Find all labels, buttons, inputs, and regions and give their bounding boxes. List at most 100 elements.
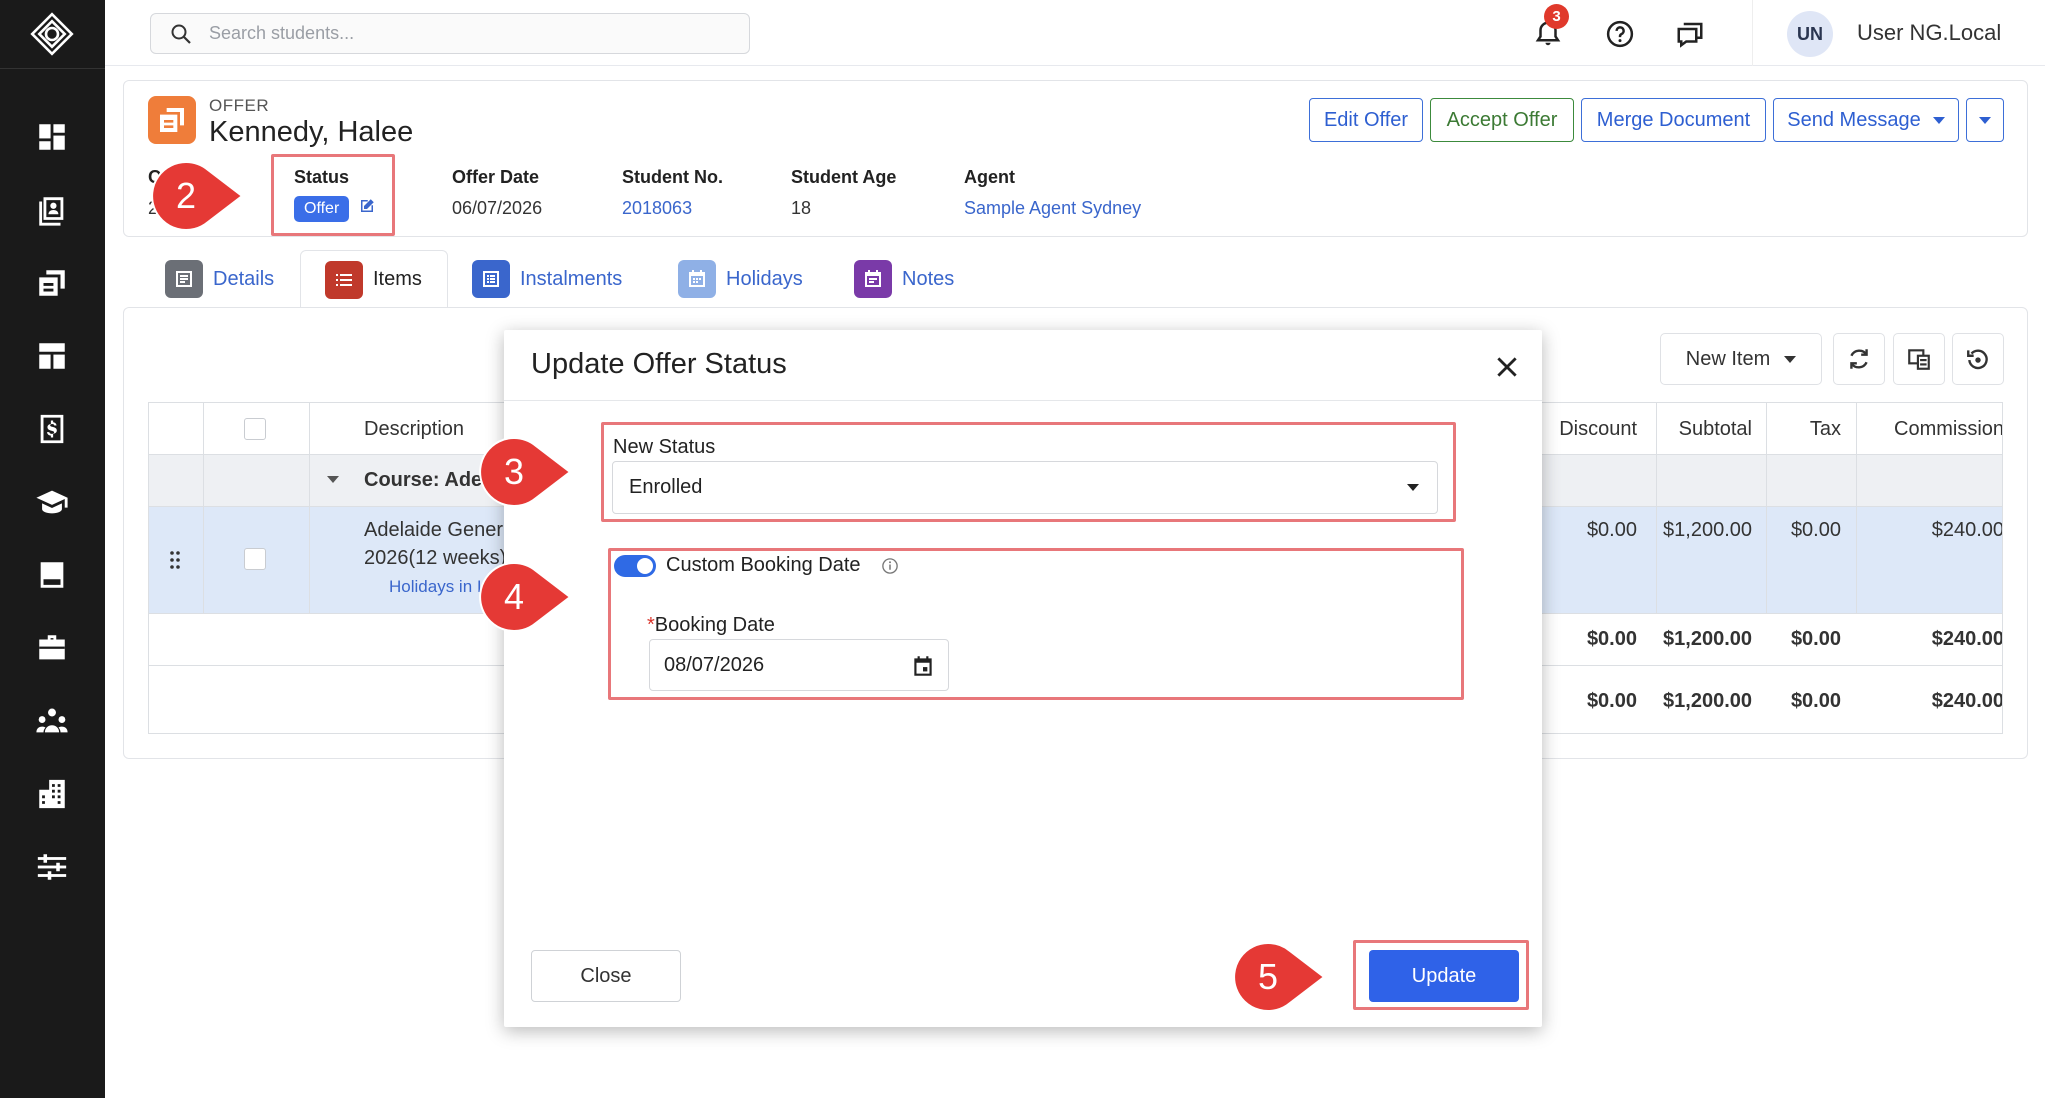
group-commission-total: $240.00 <box>1931 628 2003 650</box>
close-dialog-button[interactable] <box>1490 350 1524 384</box>
record-type-label: OFFER <box>209 96 270 115</box>
column-header-tax[interactable]: Tax <box>1769 418 1841 441</box>
collapse-group-icon[interactable] <box>325 473 341 485</box>
help-icon[interactable] <box>1602 16 1638 52</box>
courses-icon[interactable] <box>32 482 72 522</box>
chat-icon[interactable] <box>1672 16 1708 52</box>
drag-handle-icon[interactable] <box>167 548 183 572</box>
reset-layout-button[interactable] <box>1952 333 2004 385</box>
step-5-callout: 5 <box>1232 941 1326 1013</box>
step-3-callout: 3 <box>478 436 572 508</box>
briefcase-icon[interactable] <box>32 628 72 668</box>
group-subtotal-total: $1,200.00 <box>1663 628 1752 650</box>
notification-count-badge: 3 <box>1544 4 1569 29</box>
booking-date-value: 08/07/2026 <box>664 653 765 676</box>
top-bar <box>105 0 2045 66</box>
column-chooser-icon <box>1908 349 1930 370</box>
agent-link[interactable]: Sample Agent Sydney <box>964 198 1141 219</box>
merge-document-button[interactable]: Merge Document <box>1581 98 1766 142</box>
tab-items[interactable]: Items <box>300 250 448 308</box>
list-icon <box>325 260 363 299</box>
booking-date-label-text: Booking Date <box>654 614 775 636</box>
custom-booking-date-label: Custom Booking Date <box>666 554 861 576</box>
reset-icon <box>1967 349 1988 370</box>
booking-date-label: *Booking Date <box>647 614 775 637</box>
new-item-label: New Item <box>1685 347 1771 370</box>
calendar-icon <box>678 260 716 298</box>
chevron-down-icon <box>1979 116 1991 124</box>
group-tax-total: $0.00 <box>1790 628 1841 650</box>
row-checkbox[interactable] <box>244 548 266 570</box>
tab-holidays[interactable]: Holidays <box>678 250 803 308</box>
required-asterisk: * <box>647 614 655 636</box>
holidays-link[interactable]: Holidays in I <box>389 577 482 597</box>
chevron-down-icon <box>1784 355 1797 363</box>
step-3-number: 3 <box>503 451 525 492</box>
search-icon <box>171 24 191 44</box>
tab-holidays-label: Holidays <box>726 267 803 290</box>
offers-icon[interactable] <box>32 263 72 303</box>
tab-details[interactable]: Details <box>165 250 274 308</box>
item-commission: $240.00 <box>1931 519 2003 541</box>
settings-sliders-icon[interactable] <box>32 847 72 887</box>
status-badge[interactable]: Offer <box>294 196 350 222</box>
student-age-value: 18 <box>791 198 812 218</box>
refresh-button[interactable] <box>1833 333 1885 385</box>
tab-details-label: Details <box>213 267 275 290</box>
finance-icon[interactable] <box>32 409 72 449</box>
grand-commission-total: $240.00 <box>1931 690 2003 712</box>
user-avatar[interactable]: UN <box>1787 11 1833 57</box>
new-item-button[interactable]: New Item <box>1660 333 1822 385</box>
accept-offer-button[interactable]: Accept Offer <box>1430 98 1574 142</box>
layout-icon[interactable] <box>32 336 72 376</box>
select-all-checkbox[interactable] <box>244 418 266 440</box>
chevron-down-icon <box>1932 116 1945 124</box>
column-header-description[interactable]: Description <box>364 418 464 441</box>
app-logo-icon[interactable] <box>26 8 78 60</box>
details-icon <box>165 260 203 298</box>
column-chooser-button[interactable] <box>1893 333 1945 385</box>
edit-offer-button[interactable]: Edit Offer <box>1309 98 1423 142</box>
info-icon[interactable] <box>881 557 899 575</box>
tab-notes[interactable]: Notes <box>854 250 954 308</box>
custom-booking-date-toggle[interactable] <box>614 555 656 577</box>
dashboard-icon[interactable] <box>32 117 72 157</box>
offer-date-label: Offer Date <box>452 167 540 187</box>
agents-network-icon[interactable] <box>32 701 72 741</box>
step-4-callout: 4 <box>478 561 572 633</box>
edit-status-icon[interactable] <box>358 197 376 215</box>
book-icon[interactable] <box>32 555 72 595</box>
tab-instalments[interactable]: Instalments <box>472 250 622 308</box>
close-button[interactable]: Close <box>531 950 681 1002</box>
calendar-picker-icon[interactable] <box>910 653 936 679</box>
item-description-line1: Adelaide Gener <box>364 519 503 541</box>
student-no-link[interactable]: 2018063 <box>622 198 692 219</box>
group-label: Course: Adel <box>364 469 488 491</box>
student-no-label: Student No. <box>622 167 723 187</box>
dialog-title: Update Offer Status <box>531 348 787 380</box>
topbar-divider <box>1752 0 1753 66</box>
status-label: Status <box>294 167 350 187</box>
booking-date-input[interactable]: 08/07/2026 <box>649 639 949 691</box>
send-message-button[interactable]: Send Message <box>1773 98 1959 142</box>
user-name[interactable]: User NG.Local <box>1857 20 2001 46</box>
more-actions-dropdown[interactable] <box>1966 98 2004 142</box>
column-header-commission[interactable]: Commission <box>1894 418 2002 441</box>
building-icon[interactable] <box>32 774 72 814</box>
new-status-select[interactable]: Enrolled <box>612 461 1438 514</box>
search-box[interactable] <box>150 13 750 54</box>
close-icon <box>1497 357 1517 377</box>
offer-icon <box>148 96 196 144</box>
update-button[interactable]: Update <box>1369 950 1519 1002</box>
grand-tax-total: $0.00 <box>1790 690 1841 712</box>
search-input[interactable] <box>209 23 729 44</box>
step-5-number: 5 <box>1257 956 1279 997</box>
tab-items-label: Items <box>373 268 422 290</box>
chevron-down-icon <box>1407 484 1419 491</box>
grand-subtotal-total: $1,200.00 <box>1663 690 1752 712</box>
agent-label: Agent <box>964 167 1015 187</box>
students-icon[interactable] <box>32 190 72 230</box>
step-4-number: 4 <box>503 576 525 617</box>
column-header-subtotal[interactable]: Subtotal <box>1544 418 1752 441</box>
instalments-icon <box>472 260 510 298</box>
